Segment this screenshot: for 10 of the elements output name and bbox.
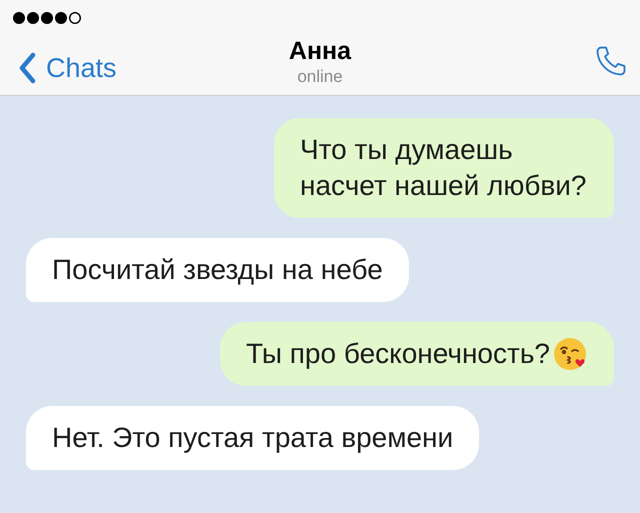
contact-status: online [297,66,343,88]
back-button[interactable]: Chats [18,48,117,88]
outgoing-message: Ты про бесконечность? [220,322,614,386]
incoming-message: Нет. Это пустая трата времени [26,406,480,470]
contact-name: Анна [288,36,352,66]
incoming-message: Посчитай звезды на небе [26,238,409,302]
outgoing-message: Что ты думаешь насчет нашей любви? [274,118,614,218]
chevron-left-icon [18,52,36,84]
phone-icon[interactable] [594,44,628,78]
signal-icon [12,11,82,25]
